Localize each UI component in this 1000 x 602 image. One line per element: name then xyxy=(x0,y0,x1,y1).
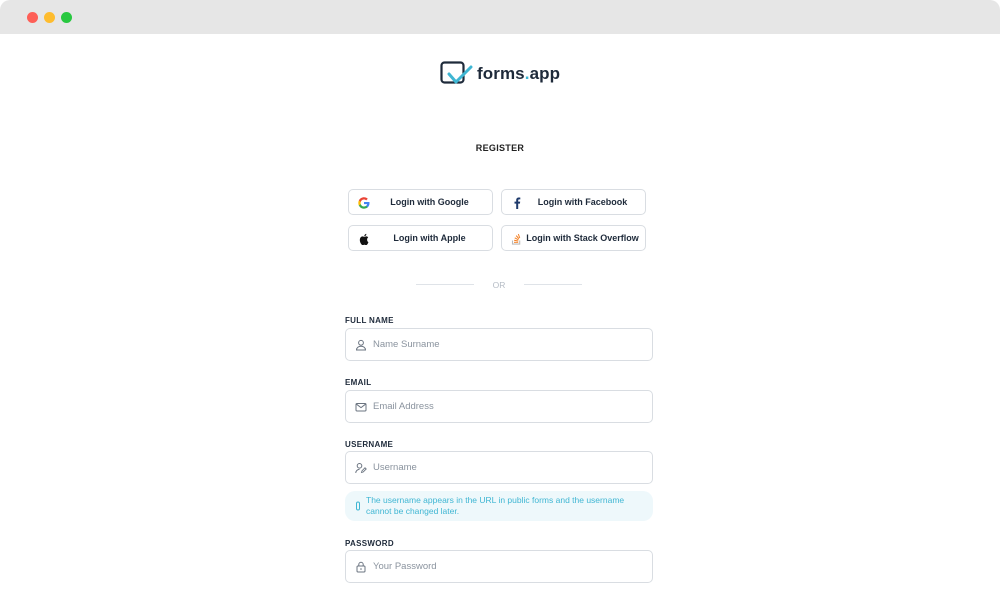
window-minimize-button[interactable] xyxy=(44,12,55,23)
login-apple-button[interactable]: Login with Apple xyxy=(348,225,493,251)
lock-icon xyxy=(356,561,366,573)
envelope-icon xyxy=(355,403,367,412)
stack-overflow-icon xyxy=(510,232,523,245)
browser-window: forms.app REGISTER Login with Google Log… xyxy=(0,0,1000,602)
or-divider: OR xyxy=(416,279,582,291)
username-info-box: The username appears in the URL in publi… xyxy=(345,491,653,521)
login-apple-label: Login with Apple xyxy=(393,233,466,243)
apple-icon xyxy=(357,232,370,245)
full-name-input[interactable] xyxy=(373,329,643,360)
password-field[interactable] xyxy=(345,550,653,583)
username-info-text: The username appears in the URL in publi… xyxy=(366,495,625,516)
login-facebook-label: Login with Facebook xyxy=(537,197,628,207)
user-icon xyxy=(355,339,367,351)
window-titlebar xyxy=(0,0,1000,34)
google-icon xyxy=(357,196,370,209)
page-title: REGISTER xyxy=(475,143,525,153)
forms-app-logo-icon xyxy=(440,61,473,84)
username-label: USERNAME xyxy=(345,440,394,449)
facebook-icon xyxy=(510,196,523,209)
full-name-field[interactable] xyxy=(345,328,653,361)
full-name-label: FULL NAME xyxy=(345,316,394,325)
window-close-button[interactable] xyxy=(27,12,38,23)
login-google-button[interactable]: Login with Google xyxy=(348,189,493,215)
login-facebook-button[interactable]: Login with Facebook xyxy=(501,189,646,215)
password-label: PASSWORD xyxy=(345,539,394,548)
username-field[interactable] xyxy=(345,451,653,484)
or-divider-label: OR xyxy=(492,280,506,290)
logo-text: forms.app xyxy=(477,64,561,83)
forms-app-logo[interactable]: forms.app xyxy=(440,60,560,88)
email-label: EMAIL xyxy=(345,378,372,387)
info-icon xyxy=(356,501,360,511)
username-input[interactable] xyxy=(373,452,643,483)
password-input[interactable] xyxy=(373,551,643,582)
login-google-label: Login with Google xyxy=(390,197,469,207)
login-stackoverflow-label: Login with Stack Overflow xyxy=(526,233,639,243)
email-field[interactable] xyxy=(345,390,653,423)
user-edit-icon xyxy=(355,463,367,474)
email-input[interactable] xyxy=(373,391,643,422)
login-stackoverflow-button[interactable]: Login with Stack Overflow xyxy=(501,225,646,251)
divider-line-right xyxy=(524,284,582,285)
window-maximize-button[interactable] xyxy=(61,12,72,23)
